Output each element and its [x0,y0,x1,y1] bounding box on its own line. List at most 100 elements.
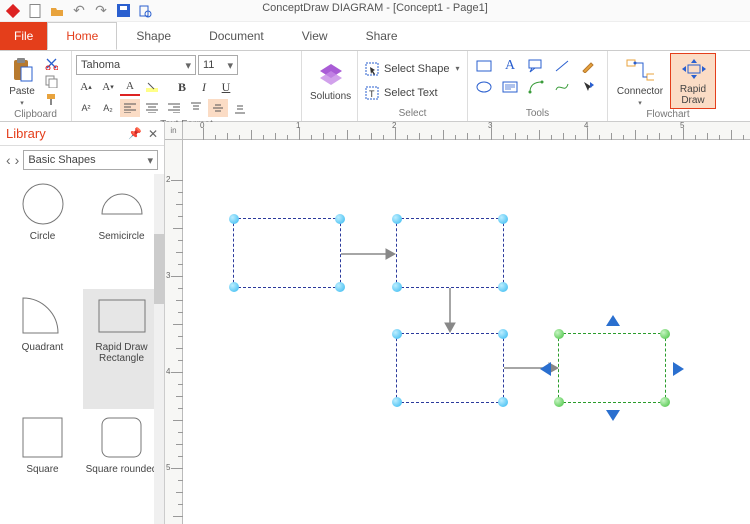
rapid-draw-handle-left[interactable] [540,362,551,376]
ribbon-tabs: File Home Shape Document View Share [0,22,750,50]
tab-home[interactable]: Home [47,22,117,50]
align-center-icon[interactable] [142,99,162,117]
library-panel: Library 📌 ✕ ‹ › Basic Shapes▾ Circle Sem… [0,122,165,524]
lib-fwd-icon[interactable]: › [15,152,20,168]
bold-icon[interactable]: B [172,78,192,96]
select-shape-icon [364,61,380,77]
align-top-icon[interactable] [186,99,206,117]
tool-arc[interactable] [526,78,546,96]
highlight-icon[interactable] [142,78,162,96]
ribbon: Paste ▾ Clipboard Tahoma▾ 11▾ A▴ A▾ A [0,50,750,122]
group-tools: A Tools [468,51,608,121]
tab-share[interactable]: Share [347,22,417,50]
ruler-vertical: 2345 [165,140,183,524]
svg-text:T: T [369,89,375,99]
align-bottom-icon[interactable] [230,99,250,117]
group-select: Select Shape ▾ T Select Text Select [358,51,468,121]
format-painter-icon[interactable] [42,91,60,107]
copy-icon[interactable] [42,73,60,89]
canvas-area: in 012345 2345 [165,122,750,524]
redo-icon[interactable]: ↷ [94,4,108,18]
shape-semicircle[interactable]: Semicircle [83,178,160,287]
cut-icon[interactable] [42,55,60,71]
connector-arrow[interactable] [341,246,396,262]
workspace: Library 📌 ✕ ‹ › Basic Shapes▾ Circle Sem… [0,122,750,524]
group-solutions: Solutions [302,51,358,121]
tool-rectangle[interactable] [474,57,494,75]
shape-square[interactable]: Square [4,411,81,520]
select-shape-button[interactable]: Select Shape ▾ [364,61,461,77]
chevron-down-icon: ▾ [638,99,642,107]
paste-icon [8,56,36,84]
file-tab[interactable]: File [0,22,47,50]
open-icon[interactable] [50,4,64,18]
shrink-font-icon[interactable]: A▾ [98,78,118,96]
shape-square-rounded[interactable]: Square rounded [83,411,160,520]
tab-view[interactable]: View [283,22,347,50]
tool-textbox[interactable] [500,78,520,96]
grow-font-icon[interactable]: A▴ [76,78,96,96]
align-left-icon[interactable] [120,99,140,117]
tab-shape[interactable]: Shape [117,22,190,50]
solutions-icon [317,61,345,89]
shape-quadrant[interactable]: Quadrant [4,289,81,409]
select-text-button[interactable]: T Select Text [364,85,461,101]
ruler-horizontal: 012345 [183,122,750,140]
close-icon[interactable]: ✕ [148,127,158,141]
solutions-button[interactable]: Solutions [306,53,355,109]
flowchart-rect[interactable] [396,218,504,288]
connector-button[interactable]: Connector ▾ [612,53,668,109]
save-icon[interactable] [116,4,130,18]
chevron-down-icon: ▾ [20,99,24,107]
canvas[interactable] [183,140,750,524]
font-color-icon[interactable]: A [120,78,140,96]
chevron-down-icon: ▾ [227,59,233,72]
quick-access-toolbar: ↶ ↷ [0,0,750,22]
new-icon[interactable] [28,4,42,18]
tab-document[interactable]: Document [190,22,283,50]
shape-circle[interactable]: Circle [4,178,81,287]
connector-arrow[interactable] [442,288,458,333]
pin-icon[interactable]: 📌 [128,127,142,140]
undo-icon[interactable]: ↶ [72,4,86,18]
group-textformat: Tahoma▾ 11▾ A▴ A▾ A B I U A² A₂ [72,51,302,121]
library-category-combo[interactable]: Basic Shapes▾ [23,150,158,170]
rapid-draw-button[interactable]: Rapid Draw [670,53,716,109]
align-right-icon[interactable] [164,99,184,117]
superscript-icon[interactable]: A² [76,99,96,117]
group-flowchart: Connector ▾ Rapid Draw Flowchart [608,51,728,121]
tool-callout[interactable] [526,57,546,75]
tool-text[interactable]: A [500,57,520,75]
tool-spline[interactable] [552,78,572,96]
rapid-draw-handle-up[interactable] [606,315,620,326]
flowchart-rect[interactable] [396,333,504,403]
group-clipboard: Paste ▾ Clipboard [0,51,72,121]
library-title: Library [6,126,46,141]
lib-back-icon[interactable]: ‹ [6,152,11,168]
italic-icon[interactable]: I [194,78,214,96]
chevron-down-icon: ▾ [147,154,153,167]
underline-icon[interactable]: U [216,78,236,96]
flowchart-rect-selected[interactable] [558,333,666,403]
preview-icon[interactable] [138,4,152,18]
shape-rapid-draw-rectangle[interactable]: Rapid Draw Rectangle [83,289,160,409]
tool-pencil[interactable] [578,57,598,75]
tool-pointer[interactable] [578,78,598,96]
app-icon [6,4,20,18]
tool-line[interactable] [552,57,572,75]
library-scrollbar[interactable] [154,174,164,524]
fontsize-combo[interactable]: 11▾ [198,55,238,75]
rapid-draw-handle-down[interactable] [606,410,620,421]
subscript-icon[interactable]: A₂ [98,99,118,117]
connector-icon [626,56,654,84]
align-middle-icon[interactable] [208,99,228,117]
select-text-icon: T [364,85,380,101]
flowchart-rect[interactable] [233,218,341,288]
font-combo[interactable]: Tahoma▾ [76,55,196,75]
chevron-down-icon: ▾ [185,59,191,72]
tool-ellipse[interactable] [474,78,494,96]
paste-button[interactable]: Paste ▾ [4,53,40,109]
rapid-draw-icon [679,56,707,82]
library-shapes: Circle Semicircle Quadrant Rapid Draw Re… [0,174,164,524]
rapid-draw-handle-right[interactable] [673,362,684,376]
